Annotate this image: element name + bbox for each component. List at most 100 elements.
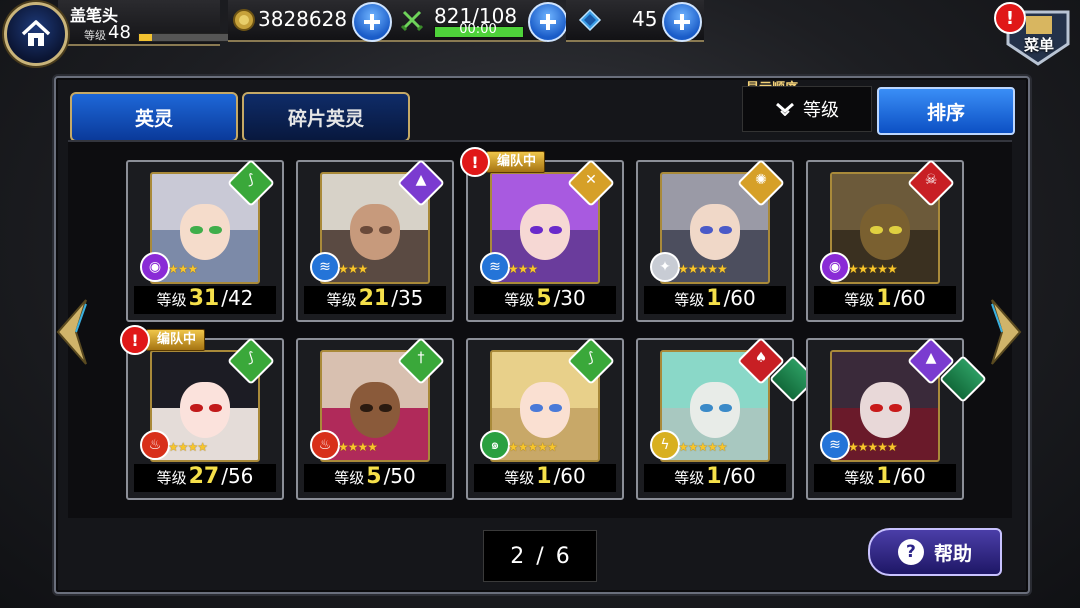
hero-level: 等级 1 /60 bbox=[474, 464, 616, 492]
hero-face bbox=[519, 382, 571, 439]
prev-page-arrow-icon[interactable] bbox=[54, 296, 90, 368]
hero-level: 等级 1 /60 bbox=[814, 464, 956, 492]
help-button[interactable]: ? 帮助 bbox=[868, 528, 1002, 576]
hero-level-label: 等级 bbox=[844, 291, 875, 309]
hero-card[interactable]: ▲ ≋ ★★★ 等级 21 /35 bbox=[296, 158, 454, 322]
eye-element-icon: ◉ bbox=[140, 252, 170, 282]
water-element-icon: ≋ bbox=[310, 252, 340, 282]
water-element-icon: ≋ bbox=[820, 430, 850, 460]
rarity-stars: ★★★★★ bbox=[678, 440, 728, 454]
in-party-label: 编队中 bbox=[146, 329, 206, 351]
hero-level-current: 31 bbox=[188, 286, 220, 311]
status-bar: 盖笔头 等级 48 3828628 821/108 00:00 45 菜单 ! bbox=[0, 0, 1080, 66]
hero-card[interactable]: ☠ ◉ ★★★★★ 等级 1 /60 bbox=[806, 158, 964, 322]
crystal-icon bbox=[578, 8, 602, 32]
water-element-icon: ≋ bbox=[480, 252, 510, 282]
hero-level-max: /60 bbox=[723, 286, 756, 310]
hero-card[interactable]: ⟆ ◉ ★★★ 等级 31 /42 bbox=[126, 158, 284, 322]
crystal-amount: 45 bbox=[632, 7, 658, 31]
hero-card[interactable]: ▲ ≋ ★★★★★ 等级 1 /60 bbox=[806, 336, 964, 500]
hero-level: 等级 1 /60 bbox=[644, 286, 786, 314]
hero-face bbox=[859, 204, 911, 261]
stamina-timer: 00:00 bbox=[459, 22, 497, 37]
hero-level-label: 等级 bbox=[844, 469, 875, 487]
plus-icon bbox=[674, 14, 690, 30]
fire-element-icon: ♨ bbox=[310, 430, 340, 460]
alert-icon: ! bbox=[460, 147, 490, 177]
player-level: 48 bbox=[108, 22, 131, 43]
hero-level: 等级 1 /60 bbox=[814, 286, 956, 314]
hero-card[interactable]: † ♨ ★★★★ 等级 5 /50 bbox=[296, 336, 454, 500]
hero-level-current: 27 bbox=[188, 464, 220, 489]
hero-level-max: /30 bbox=[553, 286, 586, 310]
alert-icon: ! bbox=[120, 325, 150, 355]
hero-face bbox=[179, 204, 231, 261]
rarity-stars: ★★★★ bbox=[168, 440, 208, 454]
in-party-label: 编队中 bbox=[486, 151, 546, 173]
home-button[interactable] bbox=[4, 2, 68, 66]
next-page-arrow-icon[interactable] bbox=[988, 296, 1024, 368]
hero-face bbox=[179, 382, 231, 439]
hero-level-max: /60 bbox=[893, 286, 926, 310]
hero-level: 等级 21 /35 bbox=[304, 286, 446, 314]
hero-level-max: /56 bbox=[221, 464, 254, 488]
hero-level-current: 1 bbox=[536, 464, 552, 489]
help-label: 帮助 bbox=[933, 542, 972, 565]
rarity-stars: ★★★★★ bbox=[678, 262, 728, 276]
hero-card[interactable]: ⟆ ๑ ★★★★★ 等级 1 /60 bbox=[466, 336, 624, 500]
tab-heroes[interactable]: 英灵 bbox=[70, 92, 238, 142]
hero-level-current: 1 bbox=[706, 286, 722, 311]
star-element-icon: ✦ bbox=[650, 252, 680, 282]
hero-level-label: 等级 bbox=[504, 291, 535, 309]
hero-level-current: 1 bbox=[706, 464, 722, 489]
hero-face bbox=[349, 204, 401, 261]
menu-alert-icon: ! bbox=[994, 2, 1026, 34]
hero-level-label: 等级 bbox=[504, 469, 535, 487]
in-party-tag: ! 编队中 bbox=[460, 147, 546, 177]
hero-level: 等级 5 /50 bbox=[304, 464, 446, 492]
hero-card[interactable]: ✺ ✦ ★★★★★ 等级 1 /60 bbox=[636, 158, 794, 322]
fire-element-icon: ♨ bbox=[140, 430, 170, 460]
rarity-stars: ★★★ bbox=[508, 262, 538, 276]
hero-card[interactable]: ♠ ϟ ★★★★★ 等级 1 /60 bbox=[636, 336, 794, 500]
hero-card[interactable]: ⟆ ♨ ★★★★ 等级 27 /56 bbox=[126, 336, 284, 500]
hero-face bbox=[859, 382, 911, 439]
lightning-element-icon: ϟ bbox=[650, 430, 680, 460]
page-total: 6 bbox=[555, 543, 570, 569]
hero-level-max: /50 bbox=[383, 464, 416, 488]
sort-order-select[interactable]: 等级 bbox=[742, 86, 872, 132]
hero-level-max: /60 bbox=[723, 464, 756, 488]
hero-level-label: 等级 bbox=[156, 469, 187, 487]
player-level-label: 等级 bbox=[84, 29, 106, 42]
sort-order-value: 等级 bbox=[803, 100, 839, 121]
hero-face bbox=[349, 382, 401, 439]
sort-button[interactable]: 排序 bbox=[877, 87, 1015, 135]
rarity-stars: ★★★★ bbox=[338, 440, 378, 454]
eye-element-icon: ◉ bbox=[820, 252, 850, 282]
add-crystal-button[interactable] bbox=[662, 2, 702, 42]
add-gold-button[interactable] bbox=[352, 2, 392, 42]
in-party-tag: ! 编队中 bbox=[120, 325, 206, 355]
plus-icon bbox=[364, 14, 380, 30]
question-icon: ? bbox=[897, 539, 924, 565]
hero-level-label: 等级 bbox=[674, 291, 705, 309]
hero-level-current: 5 bbox=[536, 286, 552, 311]
rarity-stars: ★★★ bbox=[338, 262, 368, 276]
menu-label: 菜单 bbox=[1024, 36, 1055, 54]
hero-level-label: 等级 bbox=[156, 291, 187, 309]
player-panel: 盖笔头 等级 48 bbox=[58, 0, 270, 46]
hero-level: 等级 5 /30 bbox=[474, 286, 616, 314]
add-stamina-button[interactable] bbox=[528, 2, 568, 42]
hero-level-label: 等级 bbox=[674, 469, 705, 487]
crossed-swords-icon bbox=[400, 10, 424, 32]
hero-level-current: 1 bbox=[876, 286, 892, 311]
hero-face bbox=[519, 204, 571, 261]
page-current: 2 bbox=[510, 543, 525, 569]
home-icon bbox=[21, 20, 51, 46]
page-indicator: 2 / 6 bbox=[483, 530, 597, 582]
rarity-stars: ★★★★★ bbox=[848, 262, 898, 276]
rarity-stars: ★★★★★ bbox=[848, 440, 898, 454]
tab-hero-shards[interactable]: 碎片英灵 bbox=[242, 92, 410, 142]
gold-amount: 3828628 bbox=[258, 7, 348, 31]
hero-card[interactable]: ✕ ≋ ★★★ 等级 5 /30 bbox=[466, 158, 624, 322]
